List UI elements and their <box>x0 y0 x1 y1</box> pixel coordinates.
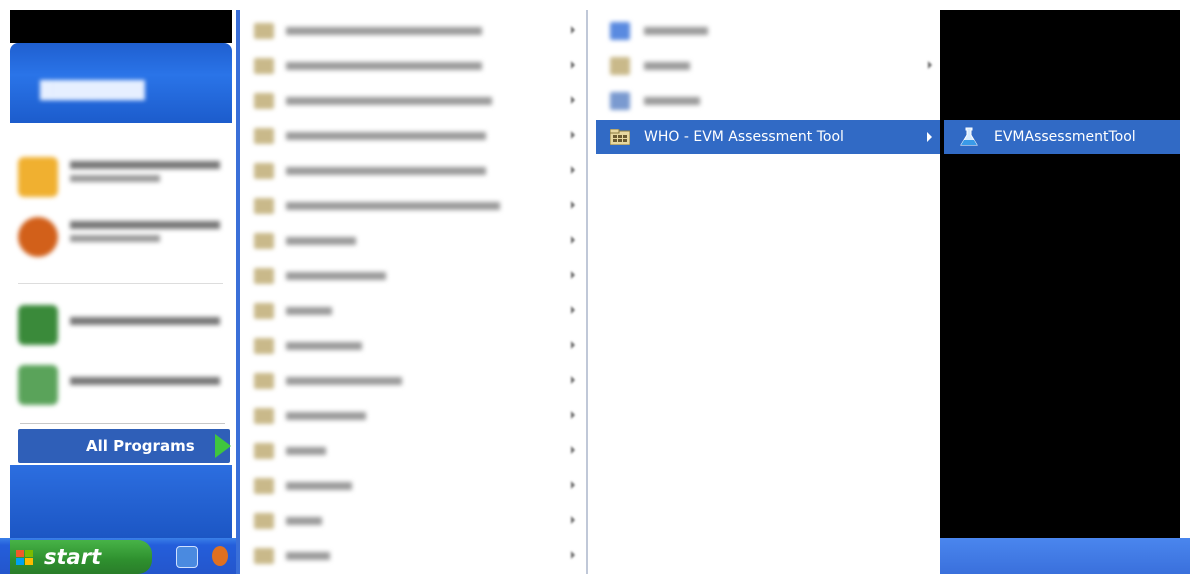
submenu-arrow-icon <box>571 61 575 69</box>
program-folder-item[interactable] <box>240 329 586 363</box>
programs-submenu <box>588 10 940 574</box>
quicklaunch-ie-icon[interactable] <box>176 546 198 568</box>
program-group-folder-icon <box>254 93 274 109</box>
pinned-programs-list <box>10 123 232 423</box>
desktop-background-right <box>940 10 1180 538</box>
program-folder-item[interactable] <box>240 539 586 573</box>
program-group-folder-icon <box>254 128 274 144</box>
submenu-item[interactable] <box>596 84 938 118</box>
submenu-arrow-icon <box>571 166 575 174</box>
pinned-item[interactable] <box>18 151 228 201</box>
recent-item[interactable] <box>18 359 228 409</box>
all-programs-menu <box>236 10 586 574</box>
desktop-background-top <box>10 10 232 43</box>
submenu-arrow-icon <box>571 271 575 279</box>
submenu-arrow-icon <box>571 516 575 524</box>
pinned-item[interactable] <box>18 211 228 261</box>
program-folder-item[interactable] <box>240 84 586 118</box>
submenu-arrow-icon <box>571 376 575 384</box>
submenu-arrow-icon <box>571 341 575 349</box>
submenu-folder-item[interactable] <box>596 49 938 83</box>
submenu-arrow-icon <box>927 132 932 142</box>
app-icon <box>610 22 630 40</box>
windows-flag-icon <box>16 550 33 565</box>
divider <box>20 423 225 424</box>
program-group-folder-icon <box>254 268 274 284</box>
program-folder-item[interactable] <box>240 504 586 538</box>
program-group-folder-icon <box>610 129 630 145</box>
program-folder-item[interactable] <box>240 399 586 433</box>
submenu-arrow-icon <box>571 131 575 139</box>
start-menu-header: ████████ <box>10 43 232 123</box>
program-group-folder-icon <box>254 408 274 424</box>
program-group-folder-icon <box>254 303 274 319</box>
program-group-folder-icon <box>254 373 274 389</box>
excel-icon <box>18 365 58 405</box>
evm-assessment-tool-item[interactable]: EVMAssessmentTool <box>944 120 1180 154</box>
who-evm-assessment-tool-folder[interactable]: WHO - EVM Assessment Tool <box>596 120 940 154</box>
program-folder-item[interactable] <box>240 294 586 328</box>
program-folder-item[interactable] <box>240 14 586 48</box>
submenu-arrow-icon <box>571 236 575 244</box>
start-label: start <box>44 545 102 569</box>
submenu-arrow-icon <box>571 26 575 34</box>
submenu-arrow-icon <box>571 201 575 209</box>
program-folder-item[interactable] <box>240 364 586 398</box>
all-programs-label: All Programs <box>86 437 195 455</box>
program-group-folder-icon <box>254 198 274 214</box>
quicklaunch-firefox-icon[interactable] <box>212 546 228 566</box>
evm-assessment-tool-label: EVMAssessmentTool <box>994 129 1136 145</box>
program-group-folder-icon <box>254 163 274 179</box>
program-folder-item[interactable] <box>240 259 586 293</box>
submenu-arrow-icon <box>571 481 575 489</box>
recent-item[interactable] <box>18 299 228 349</box>
program-folder-item[interactable] <box>240 49 586 83</box>
program-folder-item[interactable] <box>240 119 586 153</box>
start-menu-panel: ████████ All Programs <box>10 43 232 538</box>
excel-icon <box>18 305 58 345</box>
program-group-folder-icon <box>254 478 274 494</box>
firefox-icon <box>18 217 58 257</box>
program-group-folder-icon <box>254 23 274 39</box>
submenu-item[interactable] <box>596 14 938 48</box>
program-group-folder-icon <box>254 58 274 74</box>
submenu-arrow-icon <box>571 411 575 419</box>
flask-app-icon <box>960 127 978 146</box>
program-folder-item[interactable] <box>240 154 586 188</box>
submenu-arrow-icon <box>571 551 575 559</box>
program-group-folder-icon <box>254 443 274 459</box>
program-group-folder-icon <box>254 338 274 354</box>
submenu-arrow-icon <box>571 306 575 314</box>
submenu-arrow-icon <box>928 61 932 69</box>
program-group-folder-icon <box>610 57 630 75</box>
user-name-blurred: ████████ <box>40 81 145 101</box>
program-folder-item[interactable] <box>240 224 586 258</box>
program-group-folder-icon <box>254 233 274 249</box>
start-menu-footer <box>10 465 232 538</box>
app-icon <box>610 92 630 110</box>
program-folder-item[interactable] <box>240 189 586 223</box>
who-folder-label: WHO - EVM Assessment Tool <box>644 129 844 145</box>
taskbar-right-area <box>940 538 1190 574</box>
office-icon <box>18 157 58 197</box>
program-folder-item[interactable] <box>240 434 586 468</box>
program-group-folder-icon <box>254 548 274 564</box>
submenu-arrow-icon <box>571 96 575 104</box>
green-arrow-icon <box>215 434 231 458</box>
program-group-folder-icon <box>254 513 274 529</box>
program-folder-item[interactable] <box>240 469 586 503</box>
submenu-arrow-icon <box>571 446 575 454</box>
all-programs-button[interactable]: All Programs <box>18 429 231 463</box>
